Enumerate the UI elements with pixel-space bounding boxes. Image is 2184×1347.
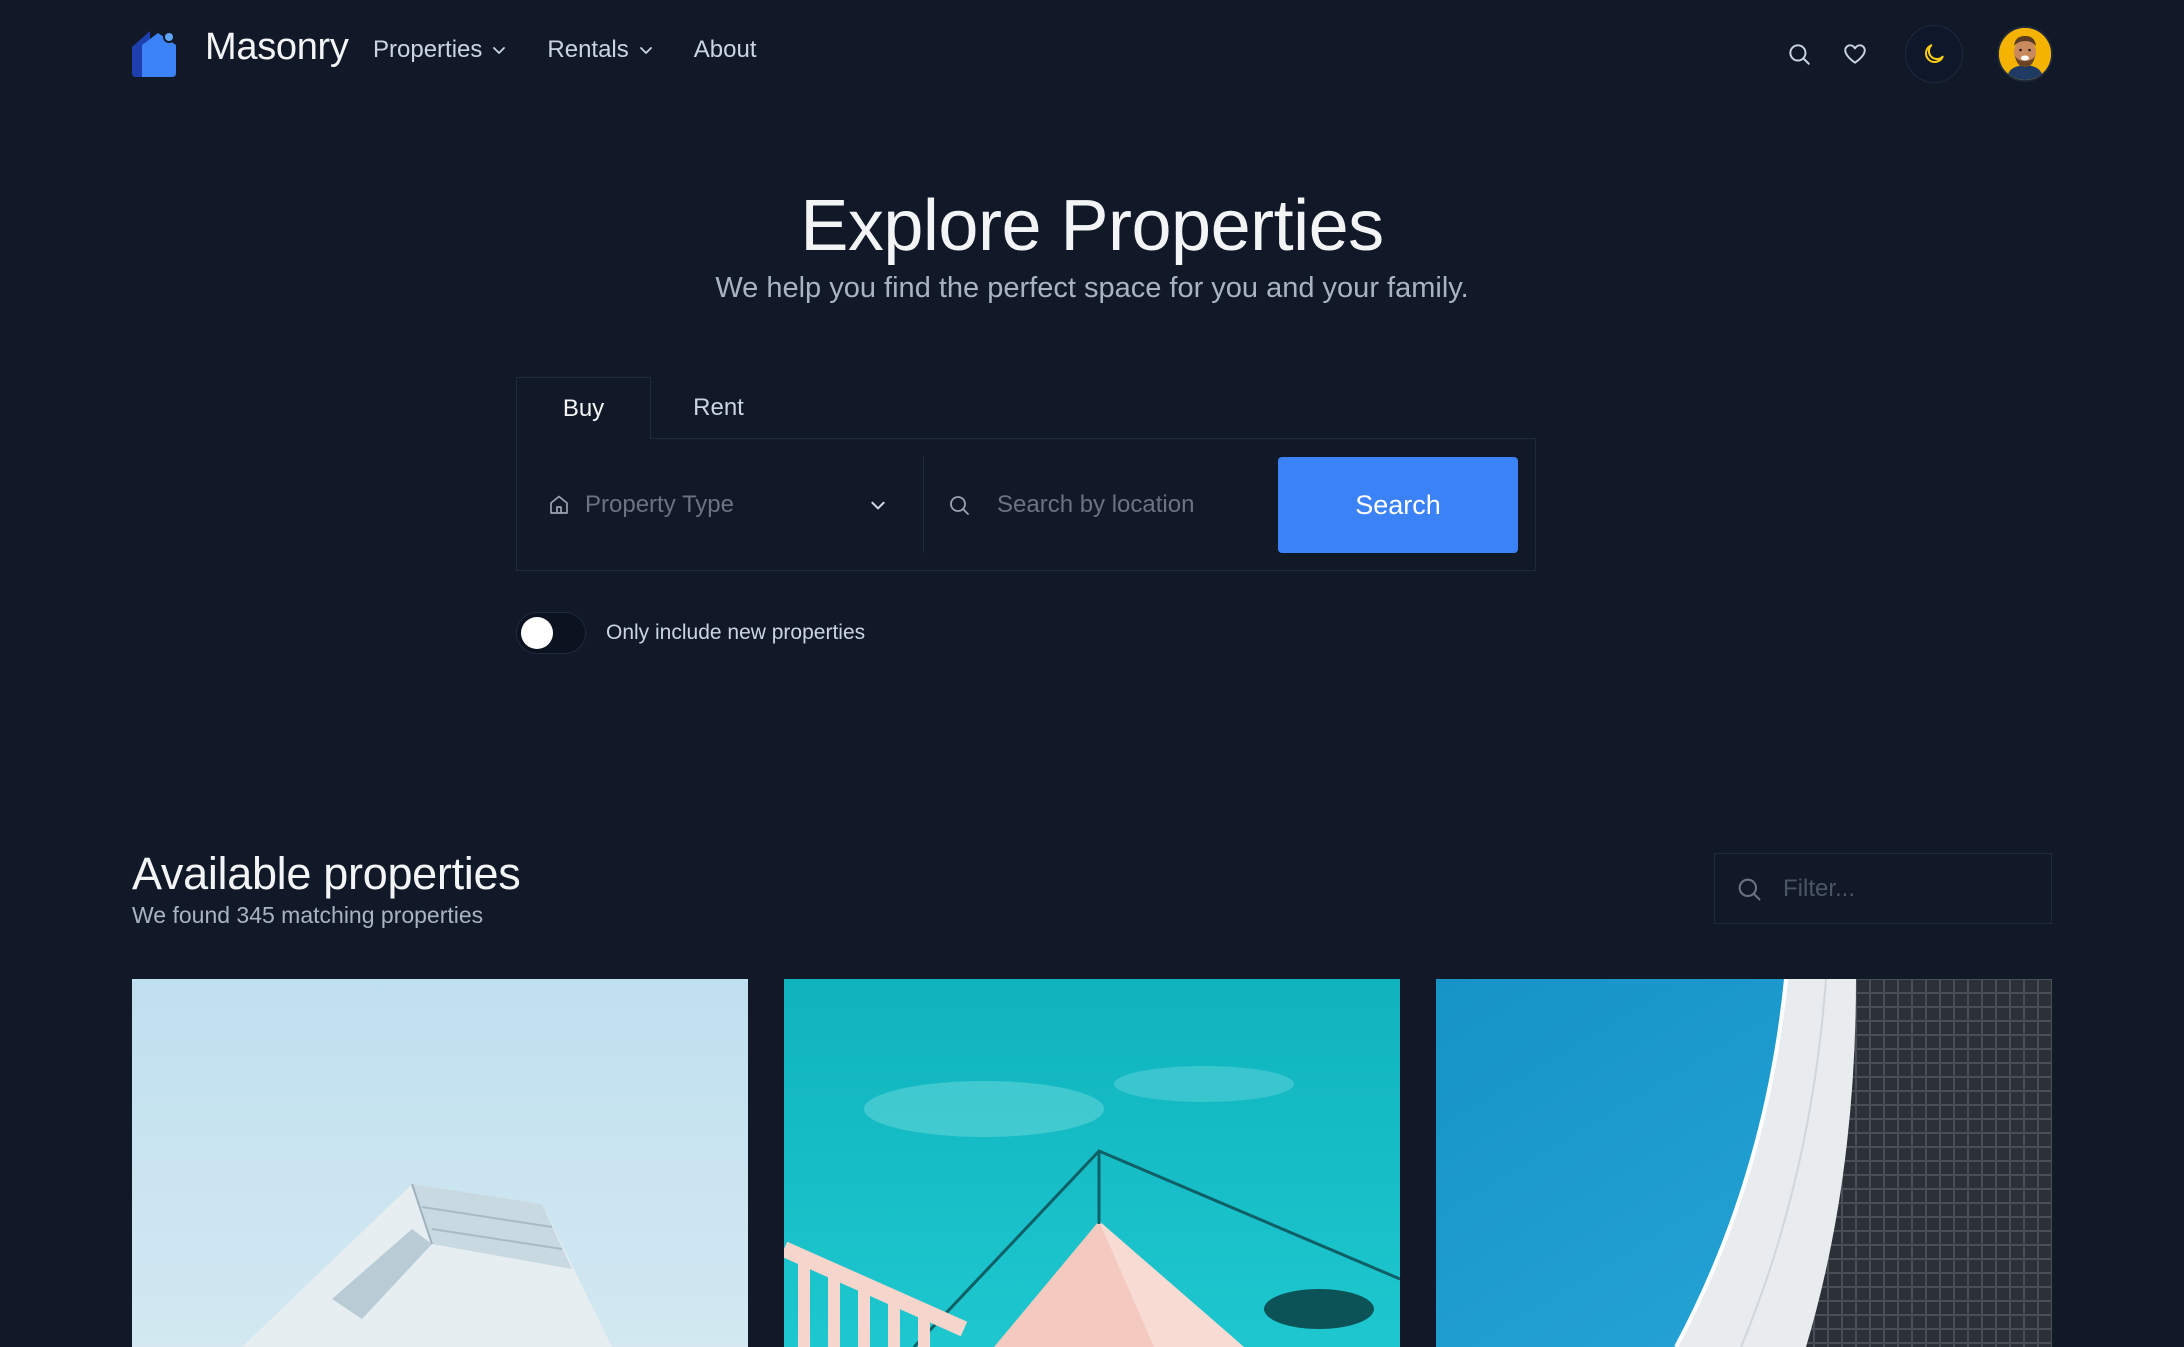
property-image — [132, 979, 748, 1347]
nav-item-properties[interactable]: Properties — [373, 36, 507, 64]
moon-icon — [1925, 44, 1944, 63]
search-icon — [950, 496, 969, 515]
theme-toggle-button[interactable] — [1905, 25, 1963, 83]
main-nav: Properties Rentals About — [373, 36, 796, 64]
brand-name[interactable]: Masonry — [205, 26, 349, 69]
nav-item-label: Properties — [373, 36, 483, 63]
property-card[interactable] — [1436, 979, 2052, 1347]
new-properties-toggle-row: Only include new properties — [516, 612, 865, 654]
home-icon — [550, 495, 568, 514]
nav-item-rentals[interactable]: Rentals — [547, 36, 653, 64]
property-type-select[interactable]: Property Type — [547, 457, 887, 553]
property-image — [784, 979, 1400, 1347]
results-count: We found 345 matching properties — [132, 902, 484, 928]
search-button[interactable]: Search — [1278, 457, 1518, 553]
brand-logo-icon[interactable] — [130, 27, 182, 79]
page-subtitle: We help you find the perfect space for y… — [715, 272, 1469, 304]
toggle-label: Only include new properties — [606, 621, 866, 644]
search-icon — [1738, 878, 1761, 901]
toggle-knob — [521, 617, 553, 649]
location-input[interactable] — [995, 490, 1259, 520]
new-properties-toggle[interactable] — [516, 612, 586, 654]
property-card[interactable] — [132, 979, 748, 1347]
property-type-placeholder: Property Type — [585, 491, 734, 518]
tab-rent[interactable]: Rent — [651, 377, 786, 439]
tab-buy[interactable]: Buy — [516, 377, 651, 439]
property-image — [1436, 979, 2052, 1347]
chevron-down-icon — [871, 501, 885, 510]
heart-icon[interactable] — [1827, 26, 1883, 82]
filter-input[interactable] — [1781, 873, 2035, 904]
search-icon[interactable] — [1771, 26, 1827, 82]
section-title: Available properties — [132, 848, 521, 899]
divider — [923, 457, 924, 553]
nav-item-label: About — [693, 36, 757, 63]
avatar[interactable] — [1997, 26, 2053, 82]
property-card[interactable] — [784, 979, 1400, 1347]
chevron-down-icon — [639, 47, 652, 54]
nav-item-about[interactable]: About — [694, 36, 757, 64]
search-panel: Property Type Search — [516, 438, 1536, 571]
search-tabs: Buy Rent — [516, 377, 786, 439]
filter-field — [1714, 853, 2052, 924]
location-search — [947, 457, 1277, 553]
navbar: Masonry Properties Rentals About — [0, 0, 2184, 106]
nav-actions — [1771, 25, 2053, 83]
nav-item-label: Rentals — [547, 36, 629, 63]
chevron-down-icon — [493, 47, 506, 54]
page-title: Explore Properties — [800, 186, 1384, 266]
